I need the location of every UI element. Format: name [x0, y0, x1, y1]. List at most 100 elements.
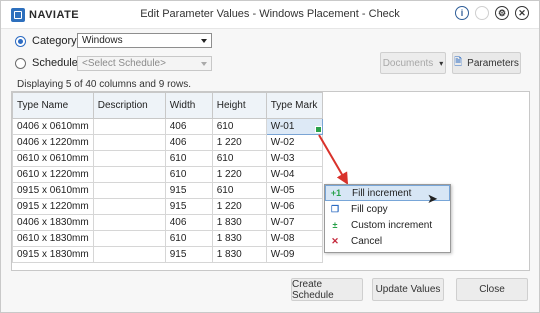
- column-header-height[interactable]: Height: [211, 92, 267, 119]
- table-row: 0610 x 1830mm 610 1 830 W-08: [12, 230, 323, 247]
- cell[interactable]: 0915 x 1220mm: [12, 198, 94, 215]
- cell[interactable]: 0406 x 1220mm: [12, 134, 94, 151]
- menu-item-cancel[interactable]: ✕ Cancel: [325, 233, 450, 249]
- cell[interactable]: 1 220: [211, 198, 267, 215]
- cell[interactable]: 406: [164, 214, 213, 231]
- menu-item-label: Cancel: [351, 235, 383, 247]
- cell[interactable]: 915: [164, 182, 213, 199]
- cell[interactable]: 0610 x 1220mm: [12, 166, 94, 183]
- schedule-radio[interactable]: [15, 58, 26, 69]
- cell[interactable]: 406: [164, 134, 213, 151]
- row-count-info: Displaying 5 of 40 columns and 9 rows.: [17, 79, 191, 90]
- cell[interactable]: 1 220: [211, 134, 267, 151]
- cell[interactable]: [92, 182, 166, 199]
- cell[interactable]: W-06: [265, 198, 323, 215]
- cell[interactable]: [92, 166, 166, 183]
- settings-icon[interactable]: ⚙: [495, 6, 509, 20]
- cell[interactable]: W-08: [265, 230, 323, 247]
- cell[interactable]: W-09: [265, 246, 323, 263]
- cell[interactable]: 0610 x 0610mm: [12, 150, 94, 167]
- cell[interactable]: 1 220: [211, 166, 267, 183]
- cell[interactable]: W-03: [265, 150, 323, 167]
- schedule-value: <Select Schedule>: [82, 58, 166, 69]
- cell[interactable]: 1 830: [211, 230, 267, 247]
- table-row: 0915 x 0610mm 915 610 W-05: [12, 182, 323, 199]
- cell[interactable]: [92, 230, 166, 247]
- table-row: 0406 x 1830mm 406 1 830 W-07: [12, 214, 323, 231]
- table-row: 0915 x 1830mm 915 1 830 W-09: [12, 246, 323, 263]
- menu-item-custom-increment[interactable]: ± Custom increment: [325, 217, 450, 233]
- documents-button[interactable]: Documents ▾: [380, 52, 446, 74]
- table-row: 0610 x 1220mm 610 1 220 W-04: [12, 166, 323, 183]
- cell[interactable]: 610: [211, 182, 267, 199]
- dropdown-icon: ▾: [439, 58, 444, 68]
- cell[interactable]: [92, 246, 166, 263]
- dialog-window: NAVIATE Edit Parameter Values - Windows …: [0, 0, 540, 313]
- close-icon[interactable]: ✕: [515, 6, 529, 20]
- documents-label: Documents: [382, 57, 434, 69]
- close-button[interactable]: Close: [456, 278, 528, 301]
- cell-selected[interactable]: W-01: [265, 118, 323, 135]
- cell[interactable]: 610: [211, 150, 267, 167]
- cell[interactable]: W-04: [265, 166, 323, 183]
- parameters-button[interactable]: 🗎 Parameters: [452, 52, 521, 74]
- column-header-type-name[interactable]: Type Name: [12, 92, 94, 119]
- custom-increment-icon: ±: [332, 220, 338, 230]
- update-values-button[interactable]: Update Values: [372, 278, 444, 301]
- cell[interactable]: [92, 198, 166, 215]
- cell[interactable]: [92, 118, 166, 135]
- cell[interactable]: W-07: [265, 214, 323, 231]
- cell[interactable]: W-05: [265, 182, 323, 199]
- cell[interactable]: 610: [164, 150, 213, 167]
- copy-icon: ❐: [330, 203, 340, 214]
- schedule-select[interactable]: <Select Schedule>: [77, 56, 212, 71]
- cell[interactable]: 915: [164, 246, 213, 263]
- title-bar: NAVIATE Edit Parameter Values - Windows …: [1, 1, 539, 29]
- cell[interactable]: 610: [164, 166, 213, 183]
- cell[interactable]: 1 830: [211, 246, 267, 263]
- cell[interactable]: 915: [164, 198, 213, 215]
- parameter-grid[interactable]: Type Name Description Width Height Type …: [11, 91, 530, 271]
- cell[interactable]: 0406 x 0610mm: [12, 118, 94, 135]
- parameters-label: Parameters: [467, 57, 519, 69]
- cell[interactable]: W-02: [265, 134, 323, 151]
- cell[interactable]: 406: [164, 118, 213, 135]
- menu-item-label: Fill copy: [351, 203, 388, 215]
- menu-item-fill-copy[interactable]: ❐ Fill copy: [325, 201, 450, 217]
- cell[interactable]: 1 830: [211, 214, 267, 231]
- info-icon[interactable]: i: [455, 6, 469, 20]
- annotation-arrow-icon: [318, 134, 349, 185]
- category-value: Windows: [82, 35, 123, 46]
- menu-item-fill-increment[interactable]: +1 Fill increment ➤: [325, 185, 450, 206]
- cell[interactable]: 610: [164, 230, 213, 247]
- cell[interactable]: 0610 x 1830mm: [12, 230, 94, 247]
- table-row: 0915 x 1220mm 915 1 220 W-06: [12, 198, 323, 215]
- cell[interactable]: 0915 x 1830mm: [12, 246, 94, 263]
- chevron-down-icon: [201, 39, 207, 43]
- column-header-description[interactable]: Description: [92, 92, 166, 119]
- parameters-icon: 🗎: [454, 56, 463, 68]
- disabled-circle-icon: [475, 6, 489, 20]
- cell[interactable]: 0915 x 0610mm: [12, 182, 94, 199]
- table-row: 0406 x 1220mm 406 1 220 W-02: [12, 134, 323, 151]
- column-header-type-mark[interactable]: Type Mark: [265, 92, 323, 119]
- chevron-down-icon: [201, 62, 207, 66]
- cancel-icon: ✕: [331, 235, 339, 246]
- context-menu: +1 Fill increment ➤ ❐ Fill copy ± Custom…: [324, 184, 451, 253]
- category-label: Category:: [32, 35, 80, 47]
- table-row: 0406 x 0610mm 406 610 W-01: [12, 118, 323, 135]
- column-header-width[interactable]: Width: [164, 92, 213, 119]
- menu-item-label: Fill increment: [352, 187, 412, 199]
- category-radio[interactable]: [15, 36, 26, 47]
- fill-increment-icon: +1: [330, 188, 342, 198]
- schedule-label: Schedule:: [32, 57, 81, 69]
- cell[interactable]: 610: [211, 118, 267, 135]
- table-row: 0610 x 0610mm 610 610 W-03: [12, 150, 323, 167]
- menu-item-label: Custom increment: [351, 219, 433, 231]
- cell[interactable]: [92, 150, 166, 167]
- cell[interactable]: [92, 214, 166, 231]
- cell[interactable]: 0406 x 1830mm: [12, 214, 94, 231]
- create-schedule-button[interactable]: Create Schedule: [291, 278, 363, 301]
- cell[interactable]: [92, 134, 166, 151]
- category-select[interactable]: Windows: [77, 33, 212, 48]
